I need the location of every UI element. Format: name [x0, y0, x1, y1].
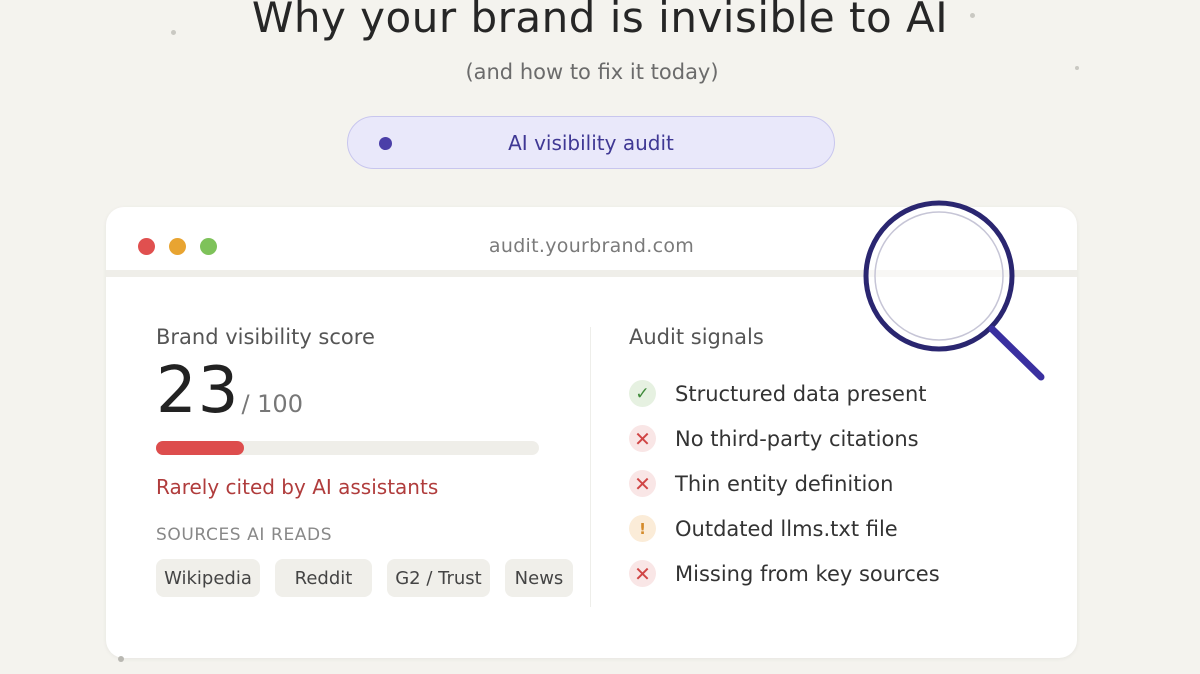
- source-chip-news[interactable]: News: [505, 559, 573, 597]
- exclamation-icon: !: [629, 515, 656, 542]
- sources-chips: Wikipedia Reddit G2 / Trust News: [156, 559, 576, 597]
- signal-item: ✕ Missing from key sources: [629, 551, 1049, 596]
- score-rating: Rarely cited by AI assistants: [156, 475, 439, 499]
- score-label: Brand visibility score: [156, 325, 375, 349]
- page-subtitle: (and how to fix it today): [465, 60, 719, 84]
- decorative-dot: [118, 656, 124, 662]
- signal-item: ✕ No third-party citations: [629, 416, 1049, 461]
- score-progress-fill: [156, 441, 245, 455]
- audit-badge[interactable]: AI visibility audit: [347, 116, 835, 169]
- score-panel: Brand visibility score 23 / 100 Rarely c…: [156, 325, 576, 597]
- signal-item: ! Outdated llms.txt file: [629, 506, 1049, 551]
- x-icon: ✕: [629, 470, 656, 497]
- magnifier-icon: [863, 200, 1045, 381]
- x-icon: ✕: [629, 425, 656, 452]
- signal-text: Outdated llms.txt file: [675, 516, 898, 541]
- source-chip-wikipedia[interactable]: Wikipedia: [156, 559, 260, 597]
- page: Why your brand is invisible to AI (and h…: [0, 0, 1200, 674]
- signal-text: No third-party citations: [675, 426, 919, 451]
- column-divider: [590, 327, 591, 607]
- audit-badge-label: AI visibility audit: [508, 130, 674, 155]
- page-title: Why your brand is invisible to AI: [251, 0, 949, 42]
- score-row: 23 / 100: [156, 359, 576, 423]
- x-icon: ✕: [629, 560, 656, 587]
- check-icon: ✓: [629, 380, 656, 407]
- badge-dot-icon: [379, 137, 392, 150]
- score-progress-bar: [156, 441, 539, 455]
- signals-list: ✓ Structured data present ✕ No third-par…: [629, 371, 1049, 596]
- signal-item: ✕ Thin entity definition: [629, 461, 1049, 506]
- score-max: / 100: [241, 390, 303, 418]
- score-value: 23: [156, 354, 240, 428]
- signal-text: Missing from key sources: [675, 561, 940, 586]
- source-chip-g2-trust[interactable]: G2 / Trust: [387, 559, 490, 597]
- signal-text: Thin entity definition: [675, 471, 894, 496]
- source-chip-reddit[interactable]: Reddit: [275, 559, 372, 597]
- sources-label: SOURCES AI READS: [156, 525, 333, 545]
